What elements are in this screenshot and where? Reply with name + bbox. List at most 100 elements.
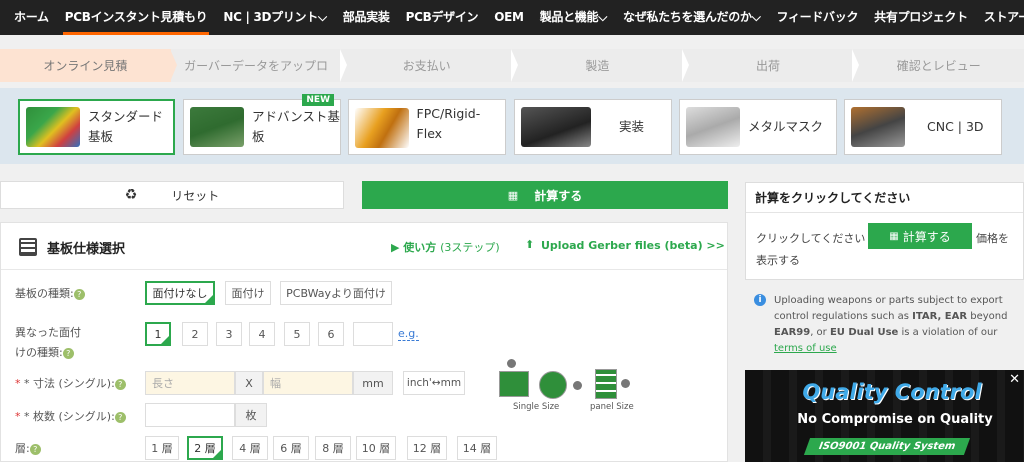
product-label: メタルマスク — [748, 119, 824, 134]
export-control-notice: i Uploading weapons or parts subject to … — [745, 290, 1024, 362]
product-advanced-pcb[interactable]: NEW アドバンスト基板 — [183, 94, 341, 155]
fpc-image — [355, 108, 409, 148]
single-size-diagram — [497, 359, 582, 399]
spec-panel: 基板仕様選択 ▶ 使い方 (3ステップ) ⬆ Upload Gerber fil… — [0, 222, 728, 462]
assembly-image — [521, 107, 591, 147]
design-count-5[interactable]: 5 — [284, 322, 310, 346]
layer-option-2[interactable]: 2 層 — [187, 436, 223, 460]
width-input[interactable]: 幅 — [263, 371, 353, 395]
step-manufacturing: 製造 — [512, 49, 689, 82]
nav-why-us[interactable]: なぜ私たちを選んだのか⌵ — [615, 0, 769, 35]
help-icon[interactable]: ? — [114, 378, 126, 390]
product-assembly[interactable]: 実装 — [514, 99, 672, 155]
price-instruction-line2: 表示する — [756, 254, 800, 267]
price-instruction-suffix: 価格を — [976, 232, 1009, 245]
upload-gerber-link[interactable]: Upload Gerber files (beta) >> — [541, 239, 725, 252]
different-design-label: 異なった面付 けの種類:? — [15, 326, 81, 359]
size-unit: mm — [353, 371, 393, 395]
chevron-down-icon: ⌵ — [598, 10, 607, 24]
design-count-2[interactable]: 2 — [182, 322, 208, 346]
design-count-1[interactable]: 1 — [145, 322, 171, 346]
step-shipping: 出荷 — [683, 49, 860, 82]
progress-steps: オンライン見積 ガーバーデータをアップロ お支払い 製造 出荷 確認とレビュー — [0, 49, 1024, 82]
banner-subtitle: No Compromise on Quality — [797, 412, 993, 427]
calculate-label: 計算する — [534, 188, 583, 203]
notice-text: Uploading weapons or parts subject to ex… — [774, 295, 1008, 354]
reset-label: リセット — [171, 188, 220, 203]
product-label: 実装 — [619, 119, 645, 134]
chevron-down-icon: ⌵ — [317, 10, 327, 24]
nav-cnc-3dprint[interactable]: NC | 3Dプリント⌵ — [215, 0, 334, 35]
help-icon[interactable]: ? — [62, 347, 74, 359]
layers-label: 層:? — [15, 439, 41, 459]
option-panel[interactable]: 面付け — [225, 281, 271, 305]
nav-store[interactable]: ストアー — [976, 0, 1024, 35]
nav-shared-projects[interactable]: 共有プロジェクト — [866, 0, 976, 35]
step-review: 確認とレビュー — [896, 59, 981, 73]
nav-assembly[interactable]: 部品実装 — [335, 0, 398, 35]
help-icon[interactable]: ? — [29, 443, 41, 455]
design-count-3[interactable]: 3 — [216, 322, 242, 346]
quantity-unit: 枚 — [235, 403, 267, 427]
single-size-caption: Single Size — [513, 402, 560, 412]
unit-convert-button[interactable]: inch'↔mm — [403, 371, 465, 395]
layer-option-1[interactable]: 1 層 — [145, 436, 179, 460]
spec-header: 基板仕様選択 ▶ 使い方 (3ステップ) ⬆ Upload Gerber fil… — [1, 223, 727, 270]
quantity-label: * * 枚数 (シングル):? — [15, 407, 126, 427]
banner-badge: ISO9001 Quality System — [803, 438, 971, 455]
product-fpc-rigid-flex[interactable]: FPC/Rigid-Flex — [348, 99, 506, 155]
howto-link[interactable]: ▶ 使い方 (3ステップ) — [391, 239, 500, 255]
panel-size-diagram — [593, 359, 633, 401]
design-count-4[interactable]: 4 — [249, 322, 275, 346]
layer-option-8[interactable]: 8 層 — [315, 436, 351, 460]
nav-pcb-design[interactable]: PCBデザイン — [398, 0, 487, 35]
length-input[interactable]: 長さ — [145, 371, 235, 395]
quality-control-banner[interactable]: ✕ Quality Control No Compromise on Quali… — [745, 370, 1024, 462]
product-cnc-3d[interactable]: CNC | 3D — [844, 99, 1002, 155]
step-upload-gerber: ガーバーデータをアップロ — [171, 49, 348, 82]
calculator-icon: ▦ — [889, 230, 899, 242]
design-count-input[interactable] — [353, 322, 393, 346]
upload-icon: ⬆ — [525, 238, 535, 251]
nav-products[interactable]: 製品と機能⌵ — [532, 0, 615, 35]
layer-option-4[interactable]: 4 層 — [232, 436, 268, 460]
layer-option-6[interactable]: 6 層 — [273, 436, 309, 460]
nav-feedback[interactable]: フィードバック — [769, 0, 867, 35]
pcb-round-icon — [539, 371, 567, 399]
info-icon: i — [754, 294, 766, 306]
pcb-square-icon — [499, 371, 529, 397]
reset-button[interactable]: ♻ リセット — [0, 181, 344, 209]
product-standard-pcb[interactable]: スタンダード 基板 — [18, 99, 175, 155]
product-stencil[interactable]: メタルマスク — [679, 99, 837, 155]
product-label: スタンダード — [88, 109, 164, 124]
nav-instant-quote[interactable]: PCBインスタント見積もり — [57, 0, 216, 35]
product-label: FPC/Rigid-Flex — [416, 106, 481, 141]
layer-option-14[interactable]: 14 層 — [457, 436, 497, 460]
chevron-down-icon: ⌵ — [751, 10, 761, 24]
nav-oem[interactable]: OEM — [486, 0, 531, 35]
price-instruction: クリックしてください — [756, 232, 866, 245]
side-calculate-button[interactable]: ▦ 計算する — [868, 223, 972, 249]
quantity-input[interactable] — [145, 403, 235, 427]
design-count-6[interactable]: 6 — [318, 322, 344, 346]
dimension-y-icon — [573, 381, 582, 390]
price-panel-title: 計算をクリックしてください — [746, 183, 1023, 213]
layers-icon — [19, 238, 37, 256]
close-icon[interactable]: ✕ — [1009, 372, 1020, 387]
option-panel-by-pcbway[interactable]: PCBWayより面付け — [280, 281, 392, 305]
terms-of-use-link[interactable]: terms of use — [774, 343, 837, 354]
option-no-panel[interactable]: 面付けなし — [145, 281, 215, 305]
calculate-button[interactable]: ▦ 計算する — [362, 181, 728, 209]
layer-option-10[interactable]: 10 層 — [356, 436, 396, 460]
new-badge: NEW — [302, 94, 334, 106]
layer-option-12[interactable]: 12 層 — [407, 436, 447, 460]
advanced-pcb-image — [190, 107, 244, 147]
nav-home[interactable]: ホーム — [6, 0, 57, 35]
help-icon[interactable]: ? — [73, 288, 85, 300]
step-payment: お支払い — [341, 49, 519, 82]
example-link[interactable]: e.g. — [398, 327, 419, 341]
calculator-icon: ▦ — [507, 188, 519, 202]
help-icon[interactable]: ? — [114, 411, 126, 423]
stencil-image — [686, 107, 740, 147]
size-label: * * 寸法 (シングル):? — [15, 374, 126, 394]
